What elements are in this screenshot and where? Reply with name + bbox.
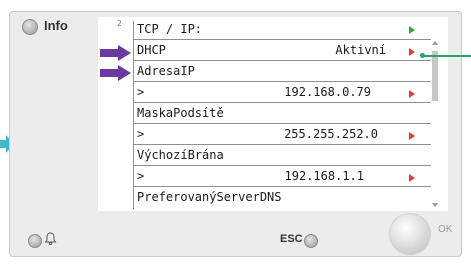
- info-indicator-led: [22, 19, 38, 35]
- menu-row-gateway-value[interactable]: > 192.168.1.1: [134, 167, 429, 186]
- menu-row-brana[interactable]: VýchozíBrána: [134, 146, 429, 165]
- scrollbar[interactable]: [430, 41, 440, 207]
- menu-row-adresa-ip[interactable]: AdresaIP: [134, 62, 429, 81]
- row-value: Aktivní: [335, 43, 386, 57]
- red-triangle-icon: [409, 90, 415, 98]
- info-label: Info: [44, 18, 68, 33]
- divider: [134, 60, 431, 61]
- row-label: >: [137, 127, 145, 141]
- divider: [134, 165, 431, 166]
- row-value: 192.168.0.79: [284, 85, 371, 99]
- ok-label: OK: [438, 224, 453, 235]
- esc-label: ESC: [280, 233, 303, 245]
- scroll-thumb[interactable]: [432, 51, 438, 101]
- divider: [134, 144, 431, 145]
- row-label: DHCP: [137, 43, 166, 57]
- scroll-up-icon: [432, 41, 438, 45]
- bell-icon[interactable]: [44, 232, 57, 245]
- row-value: 255.255.252.0: [284, 127, 378, 141]
- row-label: VýchozíBrána: [137, 148, 224, 162]
- divider: [134, 81, 431, 82]
- page-number: 2: [117, 19, 122, 28]
- purple-arrow-icon: [100, 65, 131, 81]
- divider: [134, 186, 431, 187]
- row-value: 192.168.1.1: [284, 169, 364, 183]
- red-triangle-icon: [409, 174, 415, 182]
- divider: [134, 102, 431, 103]
- green-triangle-icon: [409, 26, 415, 34]
- menu-row-ip-value[interactable]: > 192.168.0.79: [134, 83, 429, 102]
- divider: [134, 123, 431, 124]
- red-triangle-icon: [409, 132, 415, 140]
- menu-row-dns[interactable]: PreferovanýServerDNS: [134, 188, 429, 207]
- row-label: PreferovanýServerDNS: [137, 190, 282, 204]
- row-label: >: [137, 169, 145, 183]
- divider: [134, 39, 431, 40]
- callout-line: [422, 55, 471, 57]
- ok-knob-button[interactable]: [389, 213, 431, 255]
- row-label: MaskaPodsítě: [137, 106, 224, 120]
- purple-arrow-icon: [100, 45, 131, 61]
- alarm-indicator-led: [28, 234, 42, 248]
- red-triangle-icon: [409, 48, 415, 56]
- menu-row-mask-value[interactable]: > 255.255.252.0: [134, 125, 429, 144]
- menu-header-title: TCP / IP:: [137, 22, 203, 36]
- row-label: AdresaIP: [137, 64, 195, 78]
- menu-row-maska[interactable]: MaskaPodsítě: [134, 104, 429, 123]
- menu-row-dhcp[interactable]: DHCP Aktivní: [134, 41, 429, 60]
- scroll-down-icon: [432, 203, 438, 207]
- esc-button[interactable]: [304, 234, 318, 248]
- menu-header: TCP / IP:: [134, 20, 419, 39]
- row-label: >: [137, 85, 145, 99]
